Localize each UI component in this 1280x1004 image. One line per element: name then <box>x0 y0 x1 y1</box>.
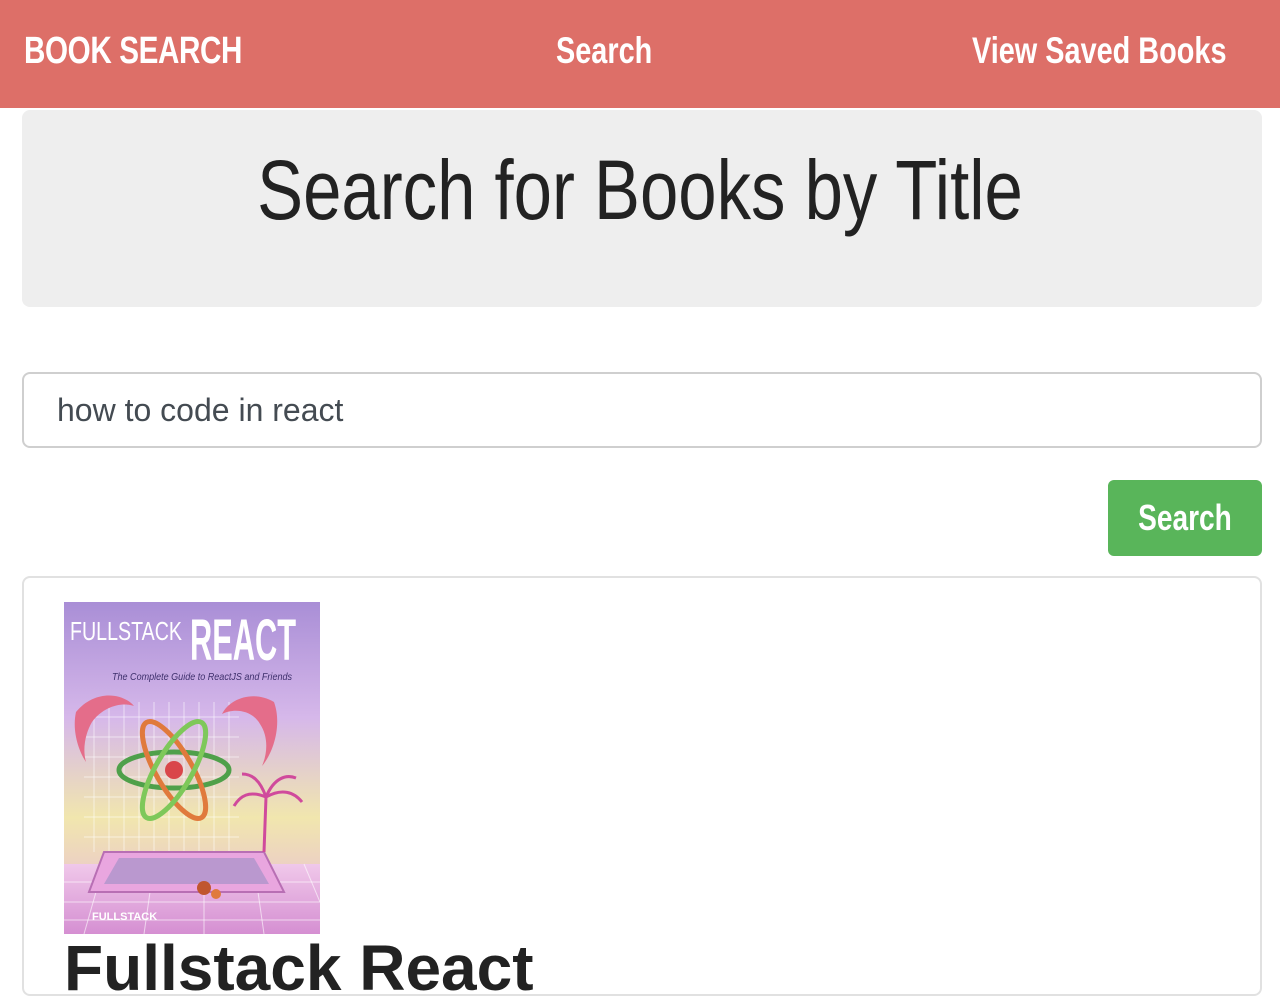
search-button-label: Search <box>1138 497 1232 538</box>
navbar: BOOK SEARCH Search View Saved Books <box>0 0 1280 108</box>
cover-publisher-text: FULLSTACK <box>92 911 157 923</box>
cover-title-text: REACT <box>190 608 296 673</box>
book-title: Fullstack React <box>64 932 534 1004</box>
cover-subtitle-text: The Complete Guide to ReactJS and Friend… <box>112 672 292 683</box>
nav-link-search[interactable]: Search <box>556 30 652 72</box>
cover-brand-text: FULLSTACK <box>70 616 182 646</box>
nav-link-saved-books[interactable]: View Saved Books <box>972 30 1227 72</box>
book-cover-image: FULLSTACK REACT The Complete Guide to Re… <box>64 602 320 934</box>
search-button[interactable]: Search <box>1108 480 1262 556</box>
search-input[interactable] <box>22 372 1262 448</box>
page-title: Search for Books by Title <box>257 143 1023 237</box>
brand-link[interactable]: BOOK SEARCH <box>24 30 242 73</box>
